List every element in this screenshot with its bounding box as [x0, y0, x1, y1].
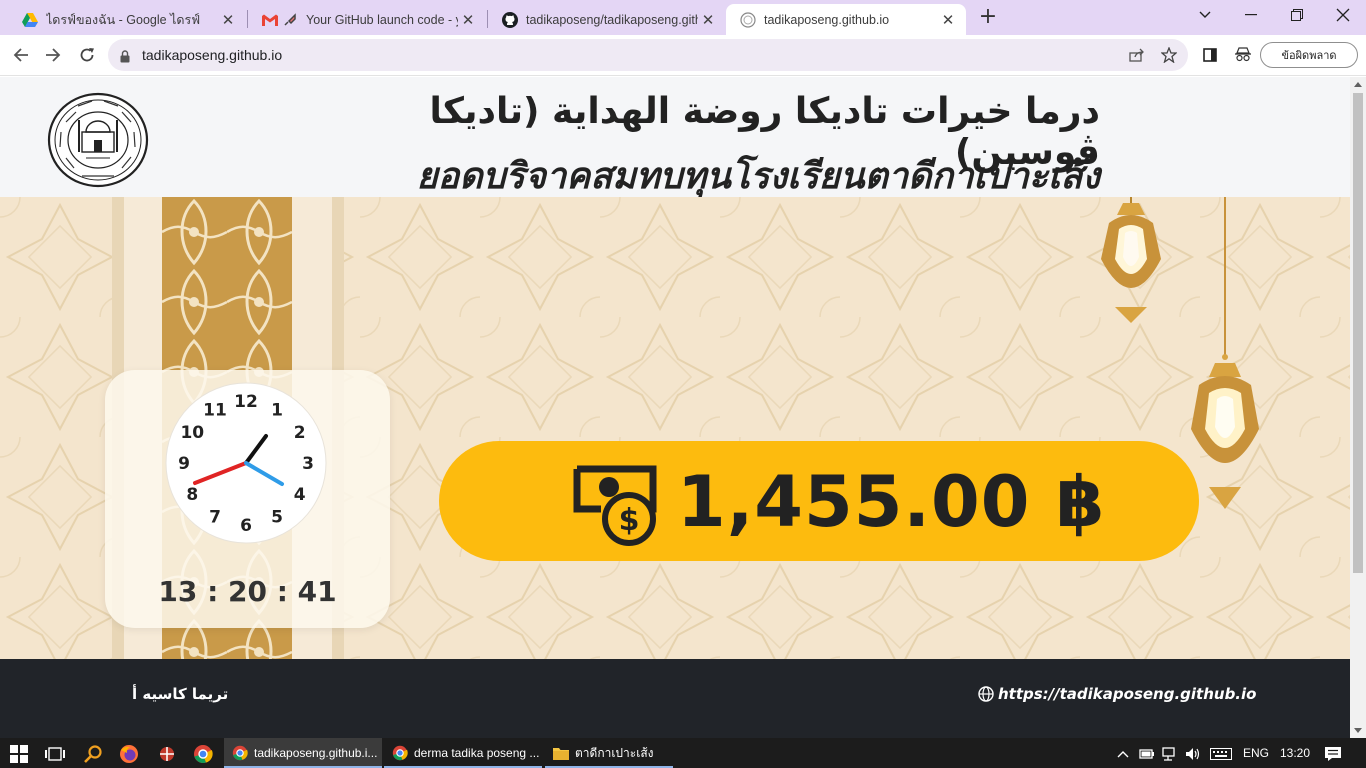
- clock-numeral: 7: [209, 508, 221, 528]
- url-text[interactable]: tadikaposeng.github.io: [142, 47, 282, 63]
- taskbar-window-title: ตาดีกาเปาะเส้ง: [575, 745, 654, 760]
- donation-amount: 1,455.00 ฿: [677, 461, 1106, 543]
- footer-link-text[interactable]: https://tadikaposeng.github.io: [998, 685, 1256, 703]
- clock-numeral: 6: [240, 516, 252, 536]
- reload-icon[interactable]: [72, 41, 102, 69]
- close-window-icon[interactable]: [1320, 0, 1366, 30]
- lock-icon[interactable]: [120, 48, 130, 67]
- share-icon[interactable]: [1128, 46, 1146, 64]
- school-seal-logo: [46, 92, 150, 188]
- input-language[interactable]: ENG: [1243, 746, 1269, 760]
- browser-toolbar: tadikaposeng.github.io ข้อผิดพลาด: [0, 35, 1366, 76]
- back-arrow-icon[interactable]: [6, 41, 36, 69]
- folder-icon: [553, 746, 569, 760]
- gmail-icon: [262, 12, 278, 28]
- globe-icon: [978, 686, 994, 702]
- rocket-icon: [282, 12, 298, 28]
- footer-site-link[interactable]: https://tadikaposeng.github.io: [978, 685, 1256, 703]
- close-icon[interactable]: ✕: [938, 11, 958, 29]
- tab-google-drive[interactable]: ไดรฟ์ของฉัน - Google ไดรฟ์ ✕: [8, 4, 246, 35]
- tab-title: tadikaposeng/tadikaposeng.github: [526, 12, 698, 27]
- taskbar-window-folder[interactable]: ตาดีกาเปาะเส้ง: [545, 738, 673, 768]
- tab-title: ไดรฟ์ของฉัน - Google ไดรฟ์: [46, 12, 201, 27]
- scroll-down-icon[interactable]: [1354, 728, 1362, 733]
- taskbar-window-title: tadikaposeng.github.i...: [254, 746, 378, 760]
- clock-numeral: 11: [203, 400, 227, 420]
- money-icon: $: [573, 465, 657, 546]
- search-icon[interactable]: [82, 743, 104, 765]
- clock-numeral: 9: [178, 454, 190, 474]
- clock-numeral: 2: [294, 423, 306, 443]
- site-header: درما خيرات تاديكا روضة الهداية (تاديكا ڤ…: [0, 77, 1350, 197]
- restore-icon[interactable]: [1274, 0, 1320, 30]
- footer-thanks-text: تريما كاسيه أ: [132, 685, 229, 703]
- windows-taskbar: tadikaposeng.github.i... derma tadika po…: [0, 738, 1366, 768]
- taskbar-window-title: derma tadika poseng ...: [414, 746, 540, 760]
- hero-section: 12 1 2 3 4 5 6 7 8 9 10 11 13 : 20 : 41 $ 1,455.00 …: [0, 197, 1350, 659]
- github-icon: [502, 11, 518, 28]
- notification-icon[interactable]: [1322, 743, 1344, 765]
- close-icon[interactable]: ✕: [698, 11, 718, 29]
- chrome-icon[interactable]: [192, 743, 214, 765]
- forward-arrow-icon[interactable]: [38, 41, 68, 69]
- task-view-icon[interactable]: [44, 743, 66, 765]
- scrollbar-thumb[interactable]: [1353, 93, 1363, 573]
- clock-numeral: 3: [302, 454, 314, 474]
- google-drive-icon: [22, 12, 38, 28]
- clock-numeral: 10: [180, 423, 204, 443]
- svg-text:$: $: [619, 503, 640, 538]
- keyboard-icon[interactable]: [1208, 743, 1234, 765]
- clock-numeral: 1: [271, 400, 283, 420]
- clock-numeral: 5: [271, 508, 283, 528]
- digital-clock: 13 : 20 : 41: [158, 575, 337, 608]
- address-bar[interactable]: tadikaposeng.github.io: [108, 39, 1188, 71]
- tab-search-icon[interactable]: [1182, 0, 1228, 30]
- page-viewport: درما خيرات تاديكا روضة الهداية (تاديكا ڤ…: [0, 77, 1350, 738]
- clock-numeral: 4: [294, 485, 306, 505]
- tab-title: Your GitHub launch code - yo: [306, 12, 458, 27]
- lantern-icon: [1101, 197, 1161, 323]
- clock-numeral: 12: [234, 392, 258, 412]
- app-icon[interactable]: [156, 743, 178, 765]
- tab-tadikaposeng-site[interactable]: tadikaposeng.github.io ✕: [726, 4, 966, 35]
- analog-clock: 12 12 3 45678 9 10 11: [165, 382, 327, 544]
- side-panel-icon[interactable]: [1200, 45, 1220, 65]
- new-tab-button[interactable]: +: [975, 5, 1001, 31]
- site-footer: تريما كاسيه أ https://tadikaposeng.githu…: [0, 659, 1350, 738]
- taskbar-window-tadikaposeng[interactable]: tadikaposeng.github.i...: [224, 738, 382, 768]
- page-scrollbar[interactable]: [1350, 77, 1366, 738]
- chevron-up-icon[interactable]: [1112, 743, 1134, 765]
- error-button[interactable]: ข้อผิดพลาด: [1260, 42, 1358, 68]
- tab-github-repo[interactable]: tadikaposeng/tadikaposeng.github ✕: [488, 4, 726, 35]
- firefox-icon[interactable]: [118, 743, 140, 765]
- clock-card: 12 1 2 3 4 5 6 7 8 9 10 11 13 : 20 : 41: [105, 370, 390, 628]
- close-icon[interactable]: ✕: [458, 11, 478, 29]
- chrome-icon: [392, 745, 408, 761]
- network-icon[interactable]: [1159, 743, 1181, 765]
- lantern-icon: [1191, 197, 1259, 509]
- chrome-icon: [232, 745, 248, 761]
- minimize-icon[interactable]: [1228, 0, 1274, 30]
- donation-total-box: $ 1,455.00 ฿: [439, 441, 1199, 561]
- browser-tab-strip: ไดรฟ์ของฉัน - Google ไดรฟ์ ✕ Your GitHub…: [0, 0, 1366, 35]
- clock-numeral: 8: [186, 485, 198, 505]
- taskbar-window-derma[interactable]: derma tadika poseng ...: [384, 738, 542, 768]
- system-clock[interactable]: 13:20: [1280, 746, 1310, 760]
- volume-icon[interactable]: [1182, 743, 1204, 765]
- page-title-thai: ยอดบริจาคสมทบทุนโรงเรียนตาดีกาเปาะเส้ง: [416, 156, 1100, 197]
- battery-icon[interactable]: [1136, 743, 1158, 765]
- scroll-up-icon[interactable]: [1354, 82, 1362, 87]
- tab-gmail[interactable]: Your GitHub launch code - yo ✕: [248, 4, 486, 35]
- windows-start-icon[interactable]: [8, 743, 30, 765]
- incognito-profile-icon[interactable]: [1233, 45, 1253, 65]
- site-icon: [740, 11, 756, 28]
- close-icon[interactable]: ✕: [218, 11, 238, 29]
- tab-title: tadikaposeng.github.io: [764, 12, 890, 27]
- bookmark-star-icon[interactable]: [1160, 46, 1178, 64]
